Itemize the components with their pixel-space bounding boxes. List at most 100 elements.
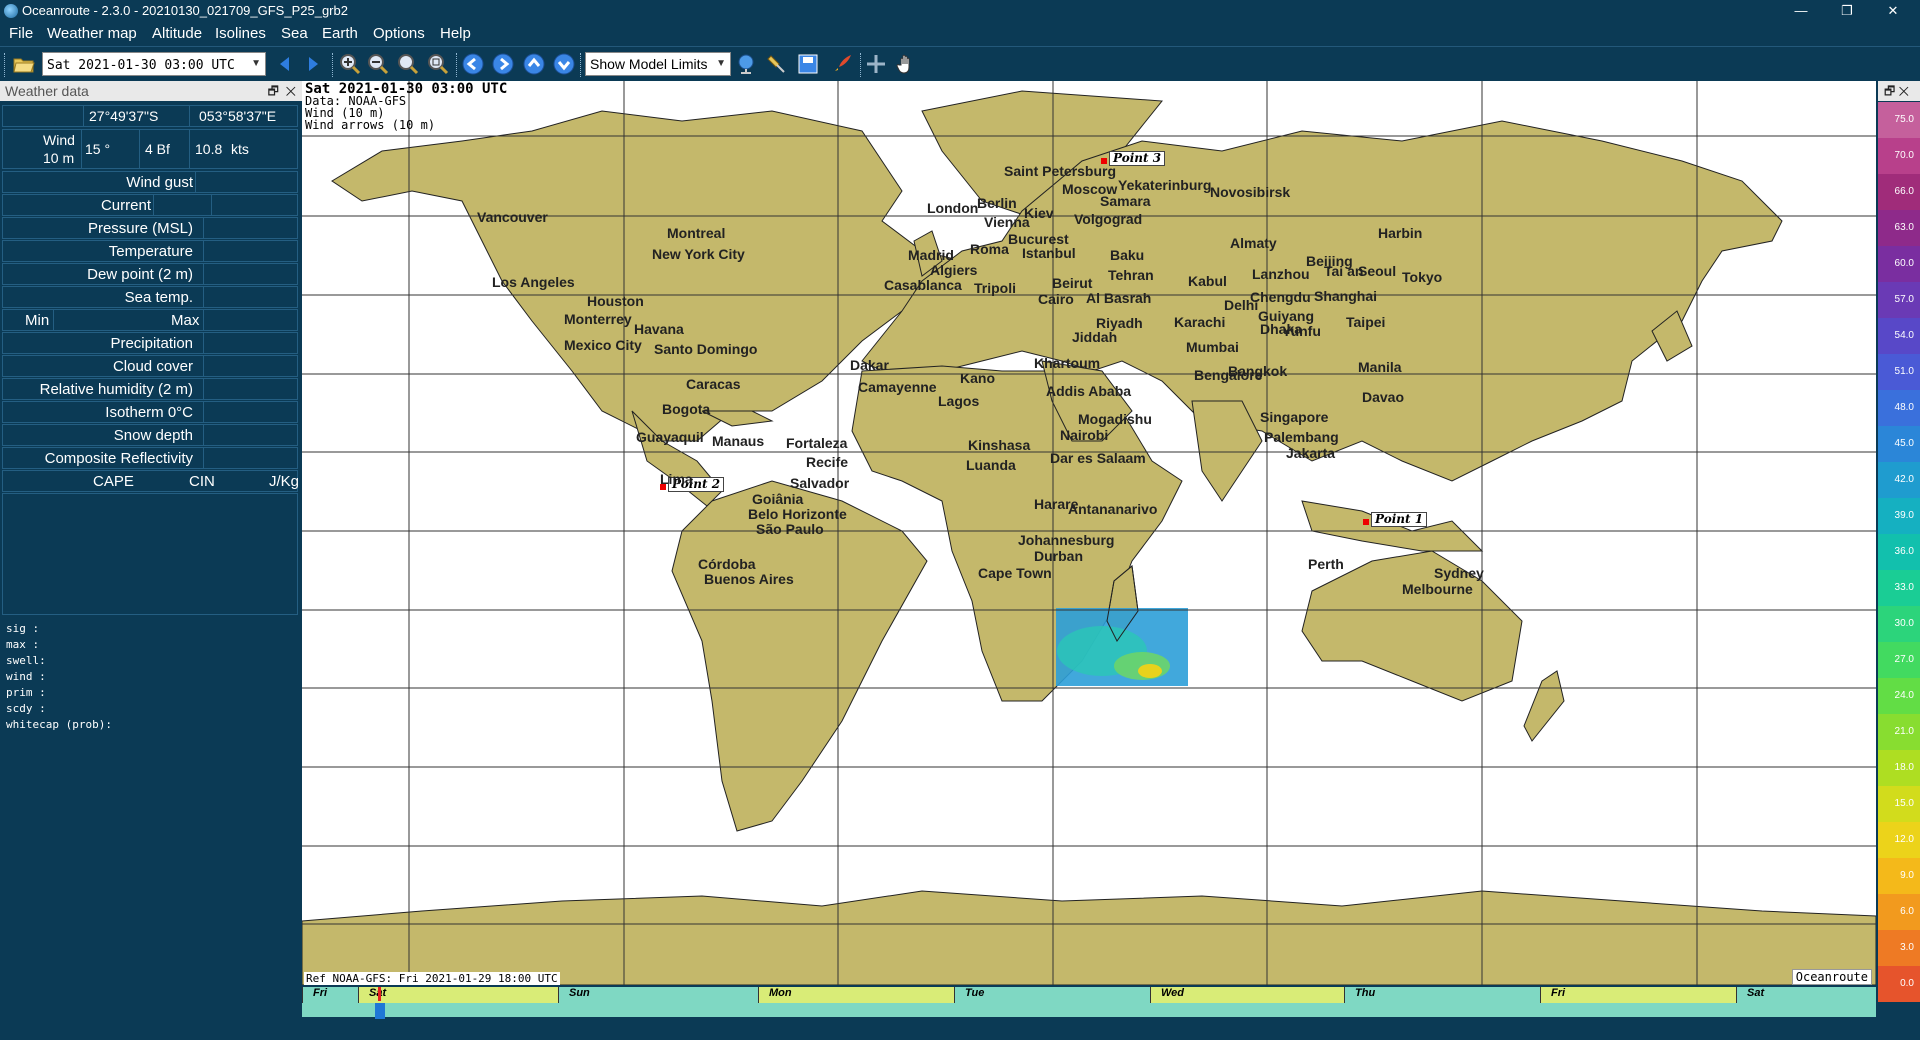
city-label: Lanzhou [1252,266,1310,282]
city-label: Córdoba [698,556,756,572]
menu-sea[interactable]: Sea [281,25,308,42]
pressure-row: Pressure (MSL) [2,217,298,239]
wind-gust-row: Wind gust [2,171,298,193]
city-label: Houston [587,293,644,309]
menu-options[interactable]: Options [373,25,425,42]
open-icon[interactable] [12,53,36,75]
zoom-in-icon[interactable] [338,53,362,75]
date-select[interactable]: Sat 2021-01-30 03:00 UTC ▼ [42,52,266,76]
isotherm-label: Isotherm 0°C [105,404,193,421]
day-label[interactable]: Fri [302,987,358,1003]
day-label[interactable]: Thu [1344,987,1540,1003]
menu-file[interactable]: File [9,25,33,42]
city-label: Vancouver [477,209,548,225]
restore-button[interactable]: ❐ [1824,0,1870,22]
city-label: Guayaquil [636,429,704,445]
city-label: Salvador [790,475,850,491]
cloud-cover-label: Cloud cover [112,358,193,375]
pin-icon[interactable] [764,53,788,75]
city-label: Almaty [1230,235,1277,251]
save-icon[interactable] [796,53,820,75]
color-scale-panel: 🗗 ✕ 75.0 70.0 66.0 63.0 60.0 57.0 54.0 51.0 48.0… [1878,81,1920,1040]
scale-value: 18.0 [1878,750,1920,786]
reflectivity-row: Composite Reflectivity [2,447,298,469]
city-label: Manila [1358,359,1402,375]
city-label: Yunfu [1282,323,1321,339]
timeline-slider-band[interactable] [302,1003,1876,1017]
point-3-label[interactable]: Point 3 [1109,151,1166,166]
day-label[interactable]: Sun [558,987,758,1003]
close-button[interactable]: ✕ [1870,0,1916,22]
city-label: Nairobi [1060,427,1109,443]
globe-icon[interactable] [734,53,758,75]
min-label: Min [25,312,50,329]
hand-icon[interactable] [894,53,918,75]
day-label[interactable]: Fri [1540,987,1736,1003]
city-label: Perth [1308,556,1344,572]
toolbar-separator [580,53,582,77]
humidity-label: Relative humidity (2 m) [39,381,193,398]
zoom-out-icon[interactable] [366,53,390,75]
city-label: Jiddah [1072,329,1118,345]
pan-right-icon[interactable] [491,53,515,75]
scale-value: 39.0 [1878,498,1920,534]
pressure-label: Pressure (MSL) [87,220,193,237]
scale-value: 45.0 [1878,426,1920,462]
day-label[interactable]: Sat [1736,987,1876,1003]
float-icon[interactable]: 🗗 [1884,84,1895,98]
day-label[interactable]: Sat [358,987,558,1003]
close-icon[interactable]: ✕ [1899,84,1909,98]
wave-data-box: sig : max : swell: wind : prim : scdy : … [2,619,300,819]
day-label[interactable]: Tue [954,987,1150,1003]
world-map[interactable]: Sat 2021-01-30 03:00 UTC Data: NOAA-GFS … [302,81,1876,985]
city-label: Dakar [850,357,889,373]
pan-down-icon[interactable] [552,53,576,75]
city-label: Melbourne [1402,581,1473,597]
zoom-sel-icon[interactable] [426,53,450,75]
timeline-slider-handle[interactable] [375,1003,385,1019]
menu-earth[interactable]: Earth [322,25,358,42]
toolbar-separator [860,53,862,77]
city-label: Bangkok [1228,363,1288,379]
color-scale: 75.0 70.0 66.0 63.0 60.0 57.0 54.0 51.0 48.0 45.0… [1878,102,1920,1002]
city-label: Tripoli [974,280,1016,296]
crosshair-icon[interactable] [864,53,888,75]
minimize-button[interactable]: — [1778,0,1824,22]
float-icon[interactable]: 🗗 [268,84,279,98]
pan-up-icon[interactable] [522,53,546,75]
city-label: Sydney [1434,565,1484,581]
city-label: Monterrey [564,311,632,327]
rocket-icon[interactable] [830,53,854,75]
panel-title: Weather data [5,83,89,99]
point-1-label[interactable]: Point 1 [1371,512,1428,527]
chevron-down-icon: ▼ [716,58,726,69]
zoom-all-icon[interactable] [396,53,420,75]
city-label: Kano [960,370,995,386]
day-label[interactable]: Wed [1150,987,1344,1003]
city-label: Belo Horizonte [748,506,847,522]
scale-value: 70.0 [1878,138,1920,174]
timeline[interactable]: Fri Sat Sun Mon Tue Wed Thu Fri Sat [302,987,1876,1021]
city-label: Durban [1034,548,1083,564]
city-label: Lima [660,471,693,487]
brand-label: Oceanroute [1791,969,1872,985]
city-label: Berlin [977,195,1017,211]
next-icon[interactable] [302,53,326,75]
prev-icon[interactable] [272,53,296,75]
longitude-value: 053°58'37"E [199,108,277,124]
menu-weather-map[interactable]: Weather map [47,25,137,42]
wind-gust-label: Wind gust [126,174,193,191]
menu-help[interactable]: Help [440,25,471,42]
precipitation-row: Precipitation [2,332,298,354]
close-icon[interactable]: ✕ [286,84,296,98]
wave-whitecap: whitecap (prob): [6,718,112,731]
menu-altitude[interactable]: Altitude [152,25,202,42]
city-label: Taipei [1346,314,1386,330]
menu-isolines[interactable]: Isolines [215,25,266,42]
point-marker[interactable] [1363,519,1369,525]
pan-left-icon[interactable] [461,53,485,75]
city-label: Guiyang [1258,308,1315,324]
model-limits-select[interactable]: Show Model Limits ▼ [585,52,731,76]
scale-value: 48.0 [1878,390,1920,426]
day-label[interactable]: Mon [758,987,954,1003]
